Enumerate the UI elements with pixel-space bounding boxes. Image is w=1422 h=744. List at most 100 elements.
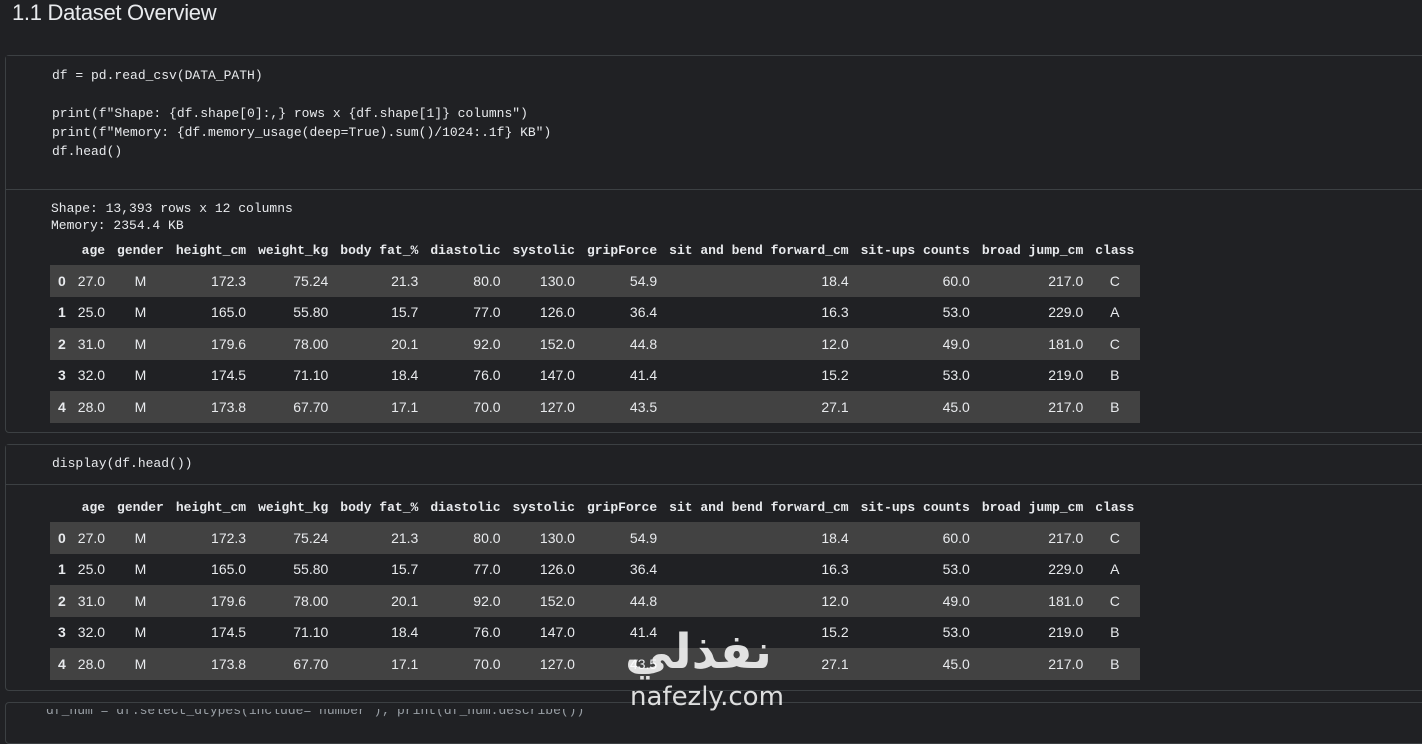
table-row: 2 31.0 M 179.6 78.00 20.1 92.0 152.0 44.8 12.0 49.… [50,328,1141,360]
table-cell: 60.0 [854,522,976,554]
table-cell: 77.0 [473,304,501,321]
output-line-shape: Shape: 13,393 rows x 12 columns [51,201,293,216]
row-index: 0 [50,265,72,297]
column-header: body fat_% [340,499,419,515]
table-cell: 31.0 [71,585,112,617]
table-row: 0 27.0 M 172.3 75.24 21.3 80.0 130.0 54.9 18.4 60.… [50,522,1141,554]
table-cell: 27.0 [71,522,112,554]
dataframe-table-2: age gender height_cm weight_kg body fat_… [50,492,1141,680]
code-line: display(df.head()) [52,456,193,471]
table-cell: 76.0 [473,367,501,384]
table-cell: 71.10 [293,624,329,641]
table-cell: 181.0 [975,585,1090,617]
output-line-memory: Memory: 2354.4 KB [51,218,184,233]
table-body: 0 27.0 M 172.3 75.24 21.3 80.0 130.0 54.9 18.4 60.… [50,522,1141,680]
table-cell: 17.1 [334,391,425,423]
table-cell: 75.24 [252,522,335,554]
code-editor-1[interactable]: df = pd.read_csv(DATA_PATH) print(f"Shap… [6,56,1422,190]
table-cell: 20.1 [334,328,425,360]
table-cell: 36.4 [629,561,658,578]
table-cell: 18.4 [391,624,419,641]
table-cell: 78.00 [252,328,335,360]
table-row: 4 28.0 M 173.8 67.70 17.1 70.0 127.0 43.5 27.1 45.… [50,391,1141,423]
table-cell: 179.6 [169,585,253,617]
table-cell: 229.0 [1048,304,1084,321]
table-cell: 174.5 [211,624,247,641]
code-cell-1[interactable]: df = pd.read_csv(DATA_PATH) print(f"Shap… [5,55,1422,433]
table-cell: 25.0 [77,304,106,321]
stdout-text: Shape: 13,393 rows x 12 columns Memory: 2… [51,200,293,234]
table-cell: 16.3 [821,304,849,321]
table-cell: 36.4 [629,304,658,321]
column-header: gripForce [586,499,658,515]
table-cell: 217.0 [975,265,1090,297]
table-cell: M [111,391,170,423]
table-cell: M [134,561,147,578]
table-cell: 45.0 [854,648,976,680]
table-cell: 126.0 [539,561,575,578]
row-index: 2 [50,328,72,360]
column-header: systolic [512,499,575,515]
column-header: body fat_% [340,242,419,258]
column-header-index [50,492,72,522]
code-block-1[interactable]: df = pd.read_csv(DATA_PATH) print(f"Shap… [52,66,551,161]
table-cell: 21.3 [334,522,425,554]
table-cell: 172.3 [169,265,253,297]
table-cell: 174.5 [211,367,247,384]
table-cell: B [1110,624,1120,641]
code-block-2[interactable]: display(df.head()) [52,454,192,473]
table-cell: M [111,328,170,360]
table-cell: 54.9 [580,522,664,554]
table-cell: 49.0 [854,585,976,617]
table-cell: 126.0 [539,304,575,321]
table-cell: B [1110,367,1120,384]
table-cell: 173.8 [169,391,253,423]
table-cell: 21.3 [334,265,425,297]
table-cell: 32.0 [77,624,106,641]
table-cell: M [111,265,170,297]
table-cell: 71.10 [293,367,329,384]
table-row: 3 32.0 M 174.5 71.10 18.4 76.0 147.0 41.4 15.2 53.… [50,617,1140,649]
table-cell: 27.1 [663,391,855,423]
table-cell: A [1110,304,1120,321]
table-cell: 53.0 [942,367,970,384]
table-cell: 67.70 [252,648,335,680]
column-header: class [1095,242,1135,258]
table-cell: 130.0 [506,265,581,297]
table-cell: C [1089,585,1141,617]
code-line: print(f"Shape: {df.shape[0]:,} rows x {d… [52,106,528,121]
table-cell: 80.0 [424,265,507,297]
row-index: 4 [50,648,72,680]
table-cell: 77.0 [473,561,501,578]
table-cell: M [134,367,147,384]
table-cell: 60.0 [854,265,976,297]
table-row: 2 31.0 M 179.6 78.00 20.1 92.0 152.0 44.8 12.0 49.… [50,585,1141,617]
table-cell: 32.0 [77,367,106,384]
table-row: 4 28.0 M 173.8 67.70 17.1 70.0 127.0 43.5 27.1 45.… [50,648,1141,680]
code-editor-2[interactable]: display(df.head()) [6,445,1422,485]
column-header: sit-ups counts [860,499,970,515]
table-cell: 55.80 [293,304,329,321]
column-header: broad jump_cm [981,242,1084,258]
table-cell: 219.0 [1048,367,1084,384]
table-cell: A [1110,561,1120,578]
table-row: 3 32.0 M 174.5 71.10 18.4 76.0 147.0 41.4 15.2 53.… [50,360,1140,392]
table-row: 1 25.0 M 165.0 55.80 15.7 77.0 126.0 36.4 16.3 53.… [50,554,1140,586]
table-cell: 12.0 [663,585,855,617]
table-cell: 165.0 [211,561,247,578]
table-cell: 27.0 [71,265,112,297]
table-cell: B [1089,648,1141,680]
table-cell: 44.8 [580,328,664,360]
section-title: 1.1 Dataset Overview [12,0,217,25]
next-cell-code-partial: df_num = df.select_dtypes(include='numbe… [46,709,585,718]
table-cell: 172.3 [169,522,253,554]
table-cell: 70.0 [424,648,507,680]
table-cell: 20.1 [334,585,425,617]
table-cell: 18.4 [391,367,419,384]
column-header: broad jump_cm [981,499,1084,515]
table-cell: 15.7 [391,561,419,578]
column-header: diastolic [430,499,501,515]
column-header: age [81,242,106,258]
table-cell: 55.80 [293,561,329,578]
